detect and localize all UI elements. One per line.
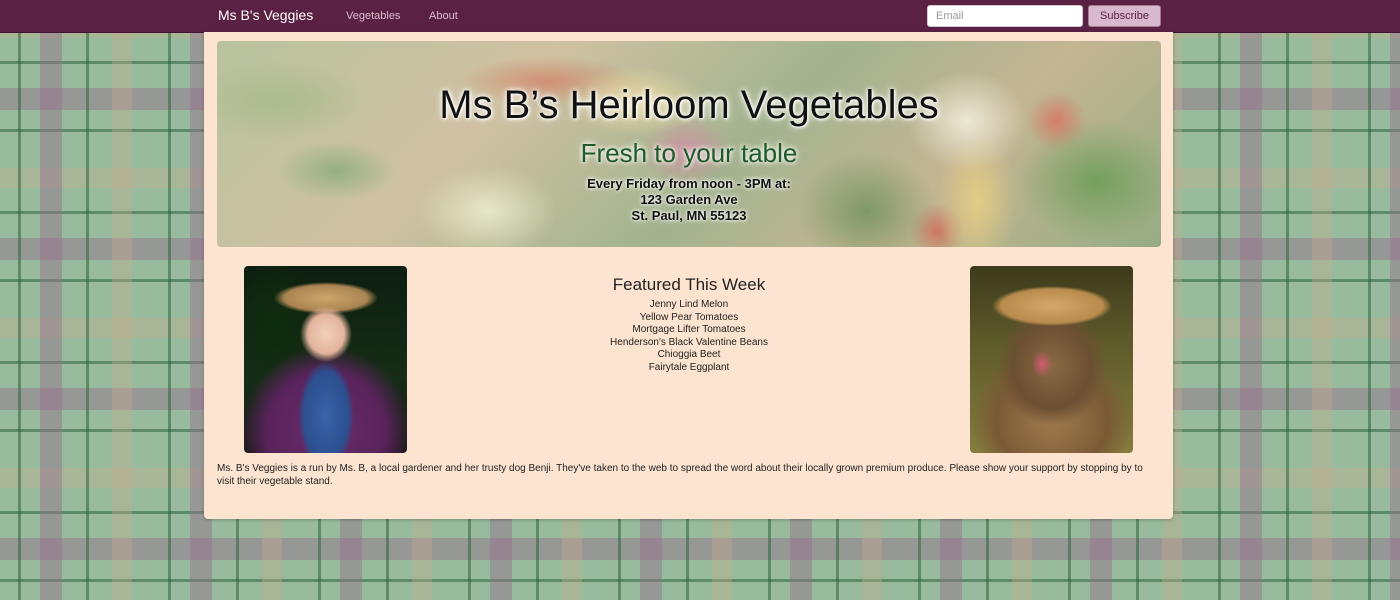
hero-schedule-info: Every Friday from noon - 3PM at: 123 Gar… <box>217 176 1161 224</box>
dog-benji-photo <box>970 266 1133 453</box>
hero-address-line2: St. Paul, MN 55123 <box>631 208 747 223</box>
featured-section: Featured This Week Jenny Lind Melon Yell… <box>544 275 834 375</box>
nav-link-vegetables[interactable]: Vegetables <box>346 10 400 22</box>
subscribe-button[interactable]: Subscribe <box>1088 5 1161 27</box>
hero-schedule: Every Friday from noon - 3PM at: <box>587 176 791 191</box>
about-paragraph: Ms. B's Veggies is a run by Ms. B, a loc… <box>217 463 1143 487</box>
hero-banner: Ms B’s Heirloom Vegetables Fresh to your… <box>217 41 1161 247</box>
featured-item: Henderson's Black Valentine Beans <box>610 336 768 348</box>
featured-title: Featured This Week <box>612 275 766 294</box>
featured-item: Mortgage Lifter Tomatoes <box>632 324 746 336</box>
featured-list: Jenny Lind Melon Yellow Pear Tomatoes Mo… <box>544 299 834 375</box>
featured-item: Jenny Lind Melon <box>649 299 729 310</box>
featured-item: Yellow Pear Tomatoes <box>639 311 739 323</box>
ms-b-photo <box>244 266 407 453</box>
email-input[interactable] <box>927 5 1083 27</box>
top-navbar: Ms B's Veggies Vegetables About Subscrib… <box>0 0 1400 33</box>
nav-link-about[interactable]: About <box>429 10 458 22</box>
brand-link[interactable]: Ms B's Veggies <box>218 7 313 23</box>
hero-address-line1: 123 Garden Ave <box>640 192 738 207</box>
hero-subtitle: Fresh to your table <box>580 138 798 168</box>
featured-item: Fairytale Eggplant <box>648 361 730 373</box>
main-container: Ms B’s Heirloom Vegetables Fresh to your… <box>204 32 1173 519</box>
featured-item: Chioggia Beet <box>657 349 721 361</box>
hero-title: Ms B’s Heirloom Vegetables <box>439 83 939 127</box>
